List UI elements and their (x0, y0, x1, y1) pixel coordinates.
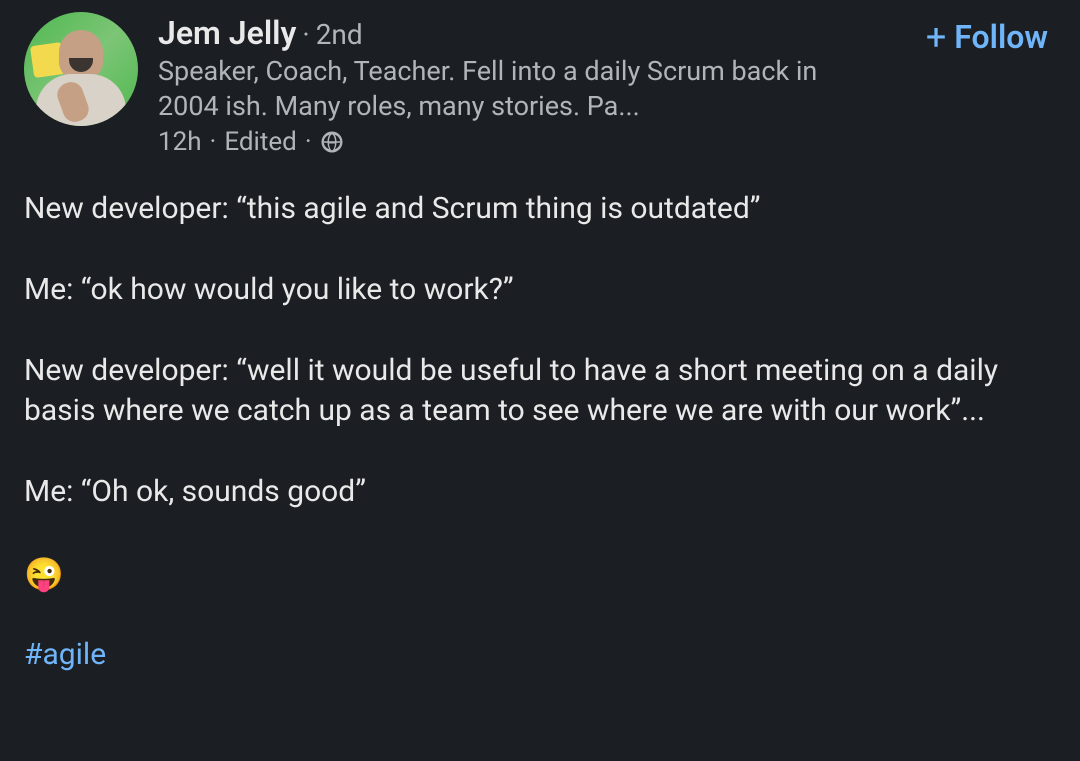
separator-dot: · (302, 18, 309, 51)
follow-label: Follow (954, 18, 1048, 56)
post-body: New developer: “this agile and Scrum thi… (24, 189, 1056, 675)
author-name[interactable]: Jem Jelly (158, 14, 296, 52)
post-timestamp: 12h (158, 127, 202, 157)
hashtag-link[interactable]: #agile (24, 637, 106, 672)
author-avatar[interactable] (24, 12, 138, 126)
follow-button[interactable]: + Follow (926, 18, 1048, 56)
globe-icon (320, 130, 344, 154)
post-header: Jem Jelly · 2nd Speaker, Coach, Teacher.… (24, 12, 1056, 157)
post-paragraph: New developer: “this agile and Scrum thi… (24, 189, 1056, 230)
post-paragraph: Me: “ok how would you like to work?” (24, 270, 1056, 311)
separator-dot: · (210, 127, 217, 157)
post-meta: 12h · Edited · (158, 127, 1056, 157)
emoji-wink: 😜 (24, 553, 1056, 597)
post-paragraph: New developer: “well it would be useful … (24, 351, 1056, 433)
plus-icon: + (926, 19, 946, 55)
author-headline: Speaker, Coach, Teacher. Fell into a dai… (158, 54, 858, 123)
separator-dot: · (305, 127, 312, 157)
post-paragraph: Me: “Oh ok, sounds good” (24, 472, 1056, 513)
post-card: Jem Jelly · 2nd Speaker, Coach, Teacher.… (0, 0, 1080, 675)
edited-label: Edited (224, 127, 296, 157)
connection-degree: 2nd (316, 18, 363, 51)
author-info: Jem Jelly · 2nd Speaker, Coach, Teacher.… (158, 12, 1056, 157)
